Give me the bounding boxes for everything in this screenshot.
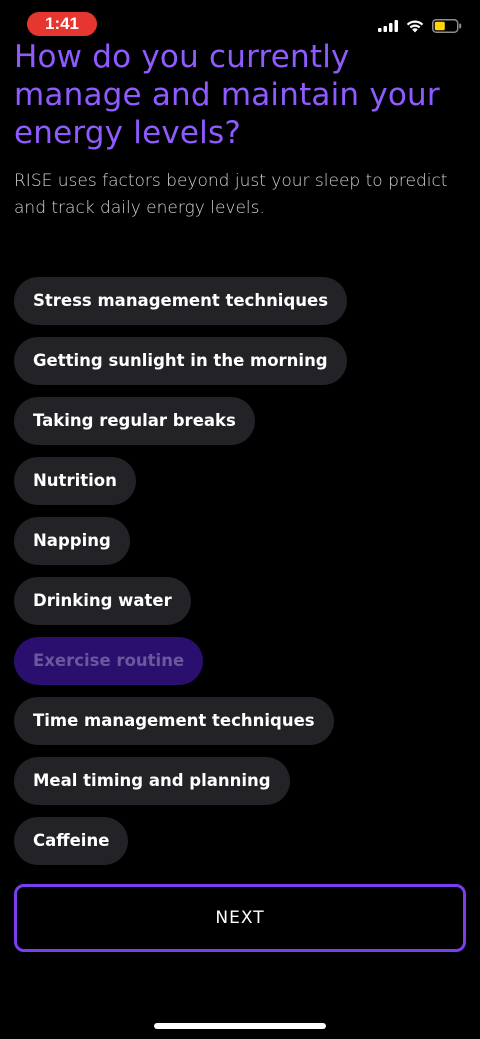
- option-meal-timing-and-planning[interactable]: Meal timing and planning: [14, 757, 290, 805]
- options-list: Stress management techniques Getting sun…: [14, 277, 348, 865]
- option-drinking-water[interactable]: Drinking water: [14, 577, 191, 625]
- page-title: How do you currently manage and maintain…: [14, 39, 440, 151]
- option-napping[interactable]: Napping: [14, 517, 130, 565]
- option-taking-regular-breaks[interactable]: Taking regular breaks: [14, 397, 255, 445]
- next-button[interactable]: NEXT: [14, 884, 466, 952]
- option-stress-management-techniques[interactable]: Stress management techniques: [14, 277, 348, 325]
- option-caffeine[interactable]: Caffeine: [14, 817, 129, 865]
- cellular-signal-icon: [378, 20, 398, 32]
- home-indicator[interactable]: [154, 1023, 326, 1029]
- wifi-icon: [406, 20, 424, 32]
- option-getting-sunlight-in-the-morning[interactable]: Getting sunlight in the morning: [14, 337, 347, 385]
- option-exercise-routine[interactable]: Exercise routine: [14, 637, 204, 685]
- status-time[interactable]: 1:41: [27, 12, 97, 36]
- battery-icon: [432, 19, 462, 33]
- option-time-management-techniques[interactable]: Time management techniques: [14, 697, 334, 745]
- option-nutrition[interactable]: Nutrition: [14, 457, 136, 505]
- page-subtitle: RISE uses factors beyond just your sleep…: [14, 171, 448, 218]
- status-icons: [378, 19, 462, 33]
